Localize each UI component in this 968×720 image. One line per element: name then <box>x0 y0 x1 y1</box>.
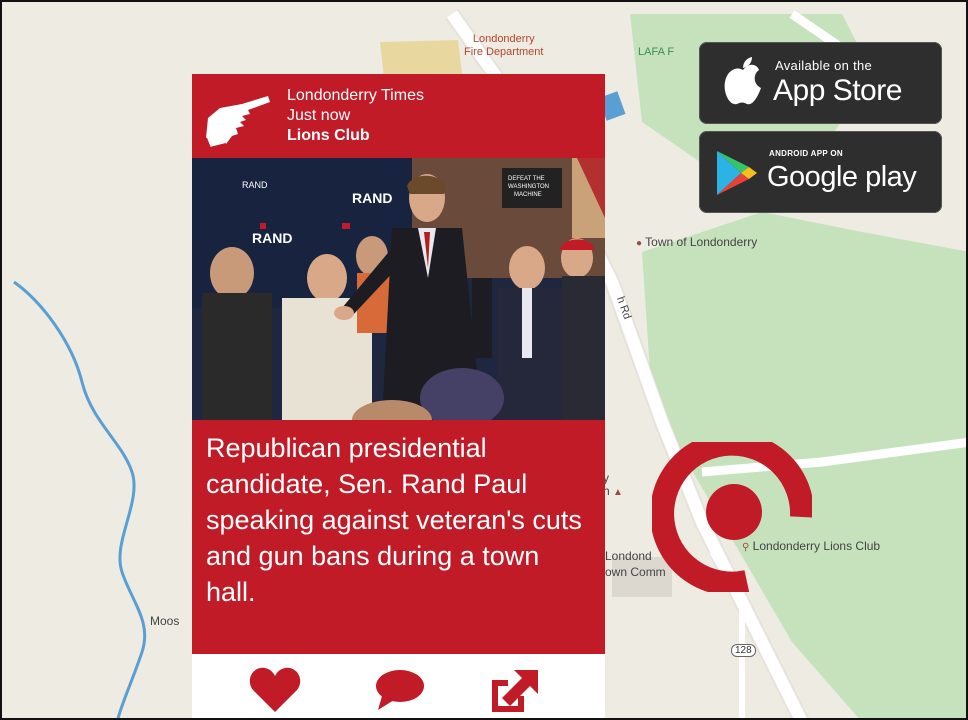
app-store-badge[interactable]: Available on the App Store <box>699 42 942 124</box>
apple-icon <box>724 57 761 105</box>
google-play-badge[interactable]: ANDROID APP ON Google play <box>699 131 942 213</box>
svg-text:WASHINGTON: WASHINGTON <box>508 184 549 190</box>
map-location-marker[interactable] <box>652 442 812 592</box>
map-label-side: yh ▲ <box>603 471 623 499</box>
building <box>380 40 462 78</box>
card-location: Lions Club <box>287 127 370 144</box>
backdrop-text-3: RAND <box>252 230 292 246</box>
app-store-small-text: Available on the <box>775 58 873 73</box>
card-meta: Londonderry Times Just now Lions Club <box>287 86 424 146</box>
news-card[interactable]: Londonderry Times Just now Lions Club RA… <box>192 74 605 718</box>
route-shield: 128 <box>731 644 756 657</box>
app-store-big-text: App Store <box>773 74 902 107</box>
share-icon[interactable] <box>488 666 544 714</box>
backdrop-text-1: RAND <box>242 180 268 190</box>
google-play-icon <box>717 151 757 195</box>
svg-text:MACHINE: MACHINE <box>514 192 542 198</box>
card-header: Londonderry Times Just now Lions Club <box>192 74 605 158</box>
heart-icon[interactable] <box>247 666 303 714</box>
screenshot-frame: Londonderry Fire Department LAFA F ● Tow… <box>0 0 968 720</box>
google-play-big-text: Google play <box>767 161 917 193</box>
card-actions <box>192 654 605 718</box>
news-photo[interactable]: RAND RAND RAND DEFEAT THE WASHINGTON MAC… <box>192 158 605 420</box>
map-label-lafa: LAFA F <box>638 46 675 58</box>
map-label-fire-department: Londonderry Fire Department <box>464 33 544 58</box>
google-play-small-text: ANDROID APP ON <box>769 149 843 158</box>
map-label-moos: Moos <box>150 614 180 628</box>
pointing-hand-icon <box>205 96 270 150</box>
comment-icon[interactable] <box>372 666 428 714</box>
card-time: Just now <box>287 107 351 124</box>
poi-pin-icon: ● <box>636 238 643 249</box>
card-headline: Republican presidential candidate, Sen. … <box>206 433 582 607</box>
map-label-town: ● Town of Londonderry <box>636 235 758 249</box>
svg-text:DEFEAT THE: DEFEAT THE <box>508 176 545 182</box>
backdrop-text-2: RAND <box>352 190 392 206</box>
card-source: Londonderry Times <box>287 87 424 104</box>
